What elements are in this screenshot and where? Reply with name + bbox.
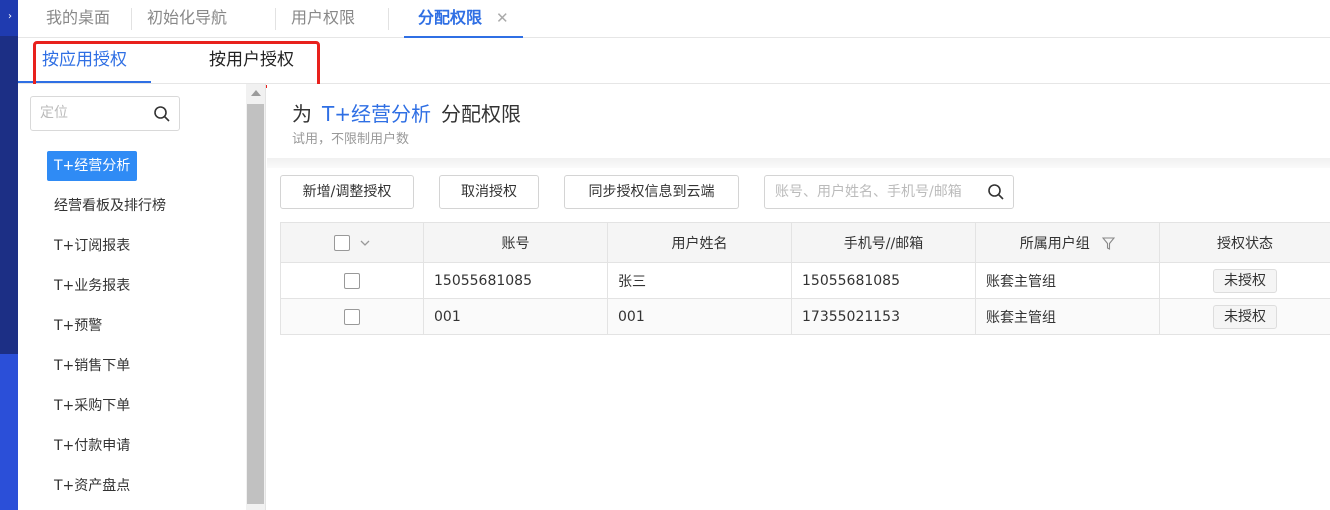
table-header-row: 账号 用户姓名 手机号//邮箱 所属用户组 授权状态 — [280, 222, 1330, 263]
column-header-phone-email: 手机号//邮箱 — [791, 222, 976, 263]
title-suffix: 分配权限 — [440, 102, 521, 126]
filter-icon[interactable] — [1102, 237, 1116, 250]
cell-phone: 17355021153 — [791, 298, 976, 335]
row-checkbox-cell — [280, 298, 424, 335]
cell-account: 001 — [423, 298, 608, 335]
sidebar-item-sales-order[interactable]: T+销售下单 — [47, 351, 137, 381]
sidebar-item-alerts[interactable]: T+预警 — [47, 311, 109, 341]
main-content: 为 T+经营分析 分配权限 试用，不限制用户数 新增/调整授权 取消授权 同步授权信… — [267, 84, 1330, 510]
side-strip-dark — [0, 36, 18, 354]
tab-divider — [275, 8, 276, 30]
close-icon[interactable]: ✕ — [496, 9, 509, 27]
locate-search — [30, 96, 180, 131]
sync-to-cloud-button[interactable]: 同步授权信息到云端 — [564, 175, 739, 209]
user-search — [764, 175, 1014, 209]
title-app-name: T+经营分析 — [322, 102, 431, 126]
locate-input[interactable] — [31, 97, 141, 128]
app-list-panel: T+经营分析 经营看板及排行榜 T+订阅报表 T+业务报表 T+预警 T+销售下… — [18, 84, 246, 510]
sidebar-item-asset-count[interactable]: T+资产盘点 — [47, 471, 137, 501]
chevron-down-icon[interactable] — [360, 239, 370, 247]
page-title: 为 T+经营分析 分配权限 — [292, 98, 521, 127]
tab-bar: 我的桌面 初始化导航 用户权限 分配权限 ✕ — [18, 0, 1330, 38]
cell-status: 未授权 — [1159, 262, 1330, 299]
row-checkbox-cell — [280, 262, 424, 299]
tab-user-permission[interactable]: 用户权限 — [291, 0, 355, 38]
select-all-checkbox[interactable] — [333, 234, 350, 251]
column-header-group: 所属用户组 — [975, 222, 1160, 263]
scrollbar-thumb[interactable] — [247, 104, 264, 504]
search-icon[interactable] — [987, 183, 1005, 201]
section-divider — [267, 158, 1330, 168]
collapse-icon[interactable]: › — [8, 12, 12, 22]
sidebar-item-subscription-reports[interactable]: T+订阅报表 — [47, 231, 137, 261]
row-checkbox[interactable] — [344, 308, 360, 325]
search-icon[interactable] — [153, 105, 171, 123]
table-row[interactable]: 15055681085 张三 15055681085 账套主管组 未授权 — [280, 262, 1330, 299]
row-checkbox[interactable] — [344, 272, 360, 289]
status-badge: 未授权 — [1213, 268, 1277, 293]
user-table: 账号 用户姓名 手机号//邮箱 所属用户组 授权状态 15055681085 张… — [280, 222, 1330, 335]
user-search-input[interactable] — [765, 176, 975, 208]
sidebar-item-payment-request[interactable]: T+付款申请 — [47, 431, 137, 461]
sidebar-item-business-reports[interactable]: T+业务报表 — [47, 271, 137, 301]
tab-by-application[interactable]: 按应用授权 — [18, 38, 151, 83]
select-all-header — [280, 222, 424, 263]
cancel-authorization-button[interactable]: 取消授权 — [439, 175, 539, 209]
add-adjust-authorization-button[interactable]: 新增/调整授权 — [280, 175, 414, 209]
cell-name: 张三 — [607, 262, 792, 299]
sidebar-scrollbar[interactable] — [246, 84, 266, 510]
tab-divider — [388, 8, 389, 30]
title-prefix: 为 — [292, 102, 312, 126]
column-header-name: 用户姓名 — [607, 222, 792, 263]
app-side-strip: › — [0, 0, 18, 510]
cell-name: 001 — [607, 298, 792, 335]
cell-account: 15055681085 — [423, 262, 608, 299]
cell-group: 账套主管组 — [975, 298, 1160, 335]
column-header-group-label: 所属用户组 — [1019, 235, 1090, 252]
cell-phone: 15055681085 — [791, 262, 976, 299]
tab-assign-permission-label: 分配权限 — [418, 8, 483, 27]
cell-group: 账套主管组 — [975, 262, 1160, 299]
tab-desktop[interactable]: 我的桌面 — [46, 0, 110, 38]
tab-init-nav[interactable]: 初始化导航 — [147, 0, 227, 38]
scroll-up-icon[interactable] — [251, 90, 261, 96]
authorization-mode-tabs: 按应用授权 按用户授权 — [18, 38, 1330, 84]
sidebar-item-business-analysis[interactable]: T+经营分析 — [47, 151, 138, 181]
tab-divider — [131, 8, 132, 30]
status-badge: 未授权 — [1213, 304, 1277, 329]
license-note: 试用，不限制用户数 — [292, 132, 410, 147]
tab-assign-permission[interactable]: 分配权限 ✕ — [404, 0, 523, 38]
tab-by-user[interactable]: 按用户授权 — [209, 38, 294, 83]
sidebar-item-dashboard-ranking[interactable]: 经营看板及排行榜 — [47, 191, 173, 221]
column-header-account: 账号 — [423, 222, 608, 263]
column-header-status: 授权状态 — [1159, 222, 1330, 263]
sidebar-item-purchase-order[interactable]: T+采购下单 — [47, 391, 137, 421]
cell-status: 未授权 — [1159, 298, 1330, 335]
table-row[interactable]: 001 001 17355021153 账套主管组 未授权 — [280, 298, 1330, 335]
